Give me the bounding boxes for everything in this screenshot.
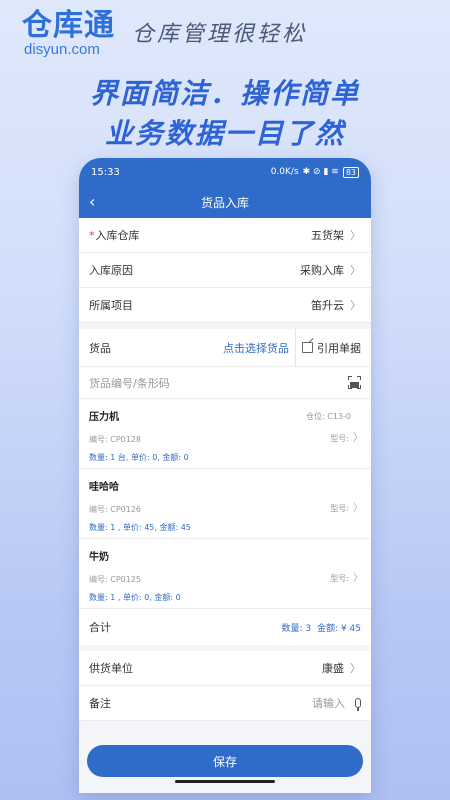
- save-bar: 保存: [79, 739, 371, 793]
- warehouse-label-text: 入库仓库: [95, 229, 140, 242]
- reason-label: 入库原因: [89, 264, 133, 277]
- list-item[interactable]: 压力机 仓位: C13-0 编号: CP0128 型号: 〉 数量: 1 台, …: [79, 399, 371, 469]
- reference-doc-button[interactable]: 引用单据: [296, 340, 371, 356]
- reason-value: 采购入库: [300, 264, 344, 277]
- remark-placeholder: 请输入: [312, 697, 345, 710]
- list-item[interactable]: 哇哈哈 编号: CP0126 型号: 〉 数量: 1 , 单价: 45, 金额:…: [79, 469, 371, 539]
- item-code: 编号: CP0128: [89, 435, 142, 444]
- chevron-right-icon: 〉: [350, 264, 361, 277]
- total-row: 合计 数量: 3 金额: ¥ 45: [79, 609, 371, 645]
- goods-row: 货品 点击选择货品 引用单据: [79, 328, 371, 367]
- pick-goods-button[interactable]: 点击选择货品: [223, 340, 295, 356]
- item-name: 牛奶: [89, 552, 109, 563]
- item-code: 编号: CP0125: [89, 575, 142, 584]
- chevron-right-icon: 〉: [350, 662, 361, 675]
- item-location: 仓位: C13-0: [306, 412, 351, 421]
- item-model: 型号:: [330, 504, 349, 513]
- supplier-value: 康盛: [322, 662, 344, 675]
- goods-search-input[interactable]: 货品编号/条形码: [79, 367, 371, 399]
- reason-value-wrap: 采购入库〉: [300, 262, 361, 278]
- warehouse-value-wrap: 五货架〉: [311, 227, 361, 243]
- nav-bar: ‹ 货品入库: [79, 186, 371, 218]
- item-name: 哇哈哈: [89, 482, 119, 493]
- project-row[interactable]: 所属项目 笛升云〉: [79, 288, 371, 323]
- supplier-label: 供货单位: [89, 662, 133, 675]
- item-summary: 数量: 1 台, 单价: 0, 金额: 0: [89, 453, 189, 462]
- status-time: 15:33: [91, 166, 120, 178]
- search-placeholder: 货品编号/条形码: [89, 376, 170, 390]
- supplier-row[interactable]: 供货单位 康盛〉: [79, 651, 371, 686]
- chevron-right-icon: 〉: [350, 229, 361, 242]
- remark-row[interactable]: 备注 请输入: [79, 686, 371, 721]
- project-value-wrap: 笛升云〉: [311, 297, 361, 313]
- slogan: 仓库管理很轻松: [132, 22, 308, 47]
- chevron-right-icon: 〉: [353, 433, 363, 444]
- chevron-right-icon: 〉: [353, 503, 363, 514]
- total-values: 数量: 3 金额: ¥ 45: [281, 621, 361, 634]
- warehouse-value: 五货架: [311, 229, 344, 242]
- hero-line-1: 界面简洁．操作简单: [89, 77, 360, 110]
- item-summary: 数量: 1 , 单价: 45, 金额: 45: [89, 523, 191, 532]
- home-indicator: [175, 780, 275, 783]
- network-speed: 0.0K/s: [270, 167, 299, 177]
- signal-icons: ✱ ⊘ ▮ ≋: [302, 167, 339, 177]
- list-item[interactable]: 牛奶 编号: CP0125 型号: 〉 数量: 1 , 单价: 0, 金额: 0: [79, 539, 371, 609]
- remark-input[interactable]: 请输入: [312, 695, 361, 711]
- brand-logo: 仓库通: [22, 9, 115, 42]
- total-qty: 数量: 3: [281, 623, 312, 634]
- required-mark: *: [89, 229, 95, 242]
- page-title: 货品入库: [200, 195, 249, 210]
- item-model: 型号:: [330, 434, 349, 443]
- goods-label: 货品: [89, 341, 111, 355]
- back-icon[interactable]: ‹: [89, 192, 95, 211]
- total-amount: 金额: ¥ 45: [317, 623, 361, 634]
- chevron-right-icon: 〉: [353, 573, 363, 584]
- status-bar: 15:33 0.0K/s ✱ ⊘ ▮ ≋ 83: [79, 158, 371, 186]
- status-indicators: 0.0K/s ✱ ⊘ ▮ ≋ 83: [270, 166, 359, 178]
- warehouse-row[interactable]: *入库仓库 五货架〉: [79, 218, 371, 253]
- phone-screen: 15:33 0.0K/s ✱ ⊘ ▮ ≋ 83 ‹ 货品入库 *入库仓库 五货架…: [79, 158, 371, 793]
- supplier-value-wrap: 康盛〉: [322, 660, 361, 676]
- hero-line-2: 业务数据一目了然: [104, 117, 345, 150]
- reason-row[interactable]: 入库原因 采购入库〉: [79, 253, 371, 288]
- chevron-right-icon: 〉: [350, 299, 361, 312]
- warehouse-label: *入库仓库: [89, 227, 140, 243]
- item-model: 型号:: [330, 574, 349, 583]
- microphone-icon[interactable]: [355, 698, 361, 711]
- reference-doc-label: 引用单据: [317, 341, 361, 355]
- remark-label: 备注: [89, 697, 111, 710]
- item-code: 编号: CP0126: [89, 505, 142, 514]
- project-label: 所属项目: [89, 299, 133, 312]
- brand: 仓库通 disyun.com: [22, 10, 115, 58]
- save-button[interactable]: 保存: [87, 745, 363, 777]
- scan-icon[interactable]: [348, 376, 361, 389]
- battery-icon: 83: [342, 166, 359, 178]
- item-summary: 数量: 1 , 单价: 0, 金额: 0: [89, 593, 181, 602]
- project-value: 笛升云: [311, 299, 344, 312]
- brand-url: disyun.com: [24, 41, 100, 58]
- external-link-icon: [302, 342, 313, 353]
- form-content: *入库仓库 五货架〉 入库原因 采购入库〉 所属项目 笛升云〉 货品 点击选择货…: [79, 218, 371, 721]
- total-label: 合计: [89, 621, 111, 634]
